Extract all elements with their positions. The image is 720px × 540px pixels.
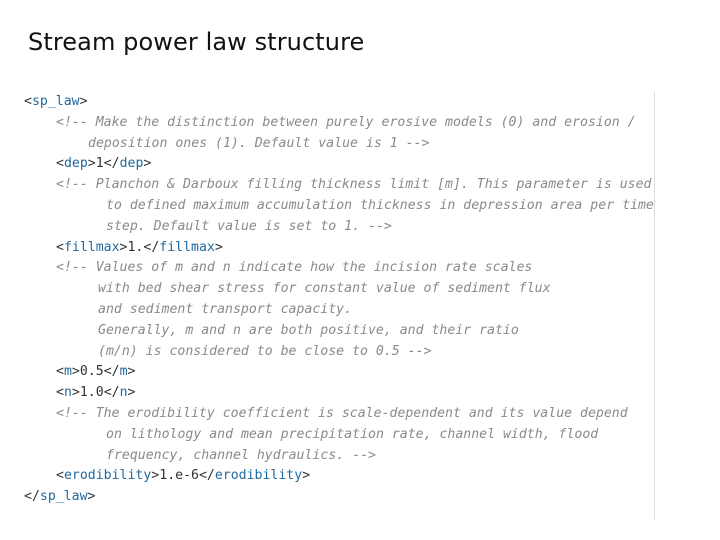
- code-comment: step. Default value is set to 1. -->: [106, 218, 392, 234]
- element-value: 1: [95, 156, 104, 172]
- code-line-erodibility: <erodibility>1.e-6</erodibility>: [56, 468, 311, 484]
- tag-name: m: [119, 364, 128, 380]
- code-comment: and sediment transport capacity.: [98, 302, 353, 317]
- tag-name: sp_law: [39, 489, 88, 505]
- tag-name: dep: [63, 156, 88, 172]
- code-line-m: <m>0.5</m>: [56, 364, 136, 380]
- tag-name: sp_law: [31, 94, 80, 109]
- code-line-close-root: </sp_law>: [24, 489, 96, 505]
- code-line-n: <n>1.0</n>: [56, 385, 136, 401]
- tag-name: n: [63, 385, 72, 401]
- code-comment: with bed shear stress for constant value…: [98, 281, 551, 297]
- element-value: 1.0: [79, 385, 104, 401]
- code-line-open-root: <sp_law>: [24, 94, 88, 109]
- element-value: 1.: [127, 239, 144, 255]
- element-value: 0.5: [79, 364, 104, 380]
- tag-name: fillmax: [159, 239, 215, 255]
- tag-name: erodibility: [63, 468, 152, 484]
- code-comment: <!-- Planchon & Darboux filling thicknes…: [56, 177, 652, 193]
- code-comment: <!-- The erodibility coefficient is scal…: [56, 406, 628, 421]
- code-line-dep: <dep>1</dep>: [56, 156, 152, 172]
- tag-name: fillmax: [63, 239, 120, 255]
- tag-name: n: [119, 385, 128, 401]
- code-comment: Generally, m and n are both positive, an…: [98, 322, 519, 338]
- code-comment: to defined maximum accumulation thicknes…: [106, 198, 654, 213]
- tag-name: m: [63, 364, 72, 380]
- code-line-fillmax: <fillmax>1.</fillmax>: [56, 239, 223, 255]
- tag-name: dep: [119, 156, 144, 172]
- code-comment: on lithology and mean precipitation rate…: [106, 426, 599, 442]
- code-comment: <!-- Make the distinction between purely…: [56, 114, 636, 130]
- xml-code-block: <sp_law> <!-- Make the distinction betwe…: [24, 94, 664, 518]
- tag-name: erodibility: [214, 468, 303, 484]
- element-value: 1.e-6: [159, 468, 199, 484]
- code-comment: <!-- Values of m and n indicate how the …: [56, 260, 533, 276]
- code-comment: deposition ones (1). Default value is 1 …: [88, 135, 430, 151]
- code-comment: (m/n) is considered to be close to 0.5 -…: [98, 343, 432, 359]
- code-comment: frequency, channel hydraulics. -->: [106, 447, 376, 463]
- slide-title: Stream power law structure: [28, 28, 365, 56]
